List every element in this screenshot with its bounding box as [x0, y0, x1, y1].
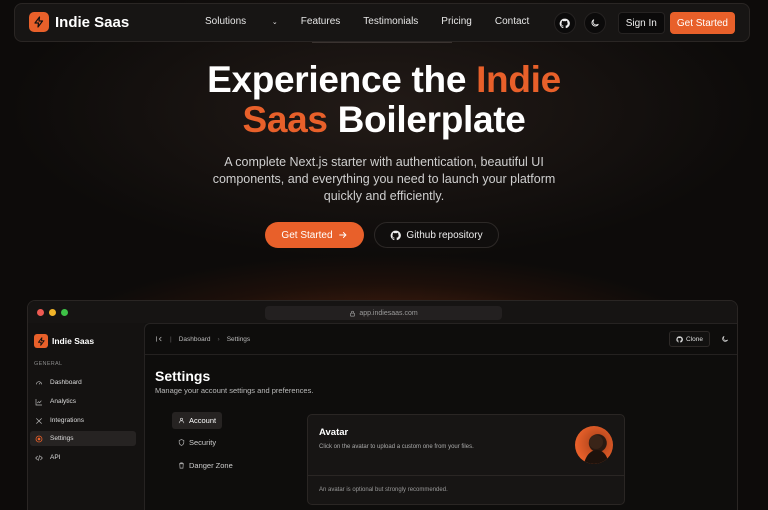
- sidebar-item-dashboard[interactable]: Dashboard: [30, 375, 136, 390]
- hero-subtitle: A complete Next.js starter with authenti…: [212, 155, 556, 203]
- sidebar-item-api[interactable]: API: [30, 450, 136, 465]
- breadcrumb-dashboard[interactable]: Dashboard: [179, 336, 211, 343]
- avatar-card-footer: An avatar is optional but strongly recom…: [319, 487, 448, 493]
- nav-link-contact[interactable]: Contact: [495, 16, 529, 27]
- tab-security[interactable]: Security: [172, 434, 222, 451]
- window-titlebar: app.indiesaas.com: [28, 301, 737, 323]
- github-icon: [559, 18, 571, 28]
- bolt-logo-icon: [34, 334, 48, 348]
- clone-button[interactable]: Clone: [669, 331, 710, 347]
- code-icon: [35, 454, 43, 461]
- nav-link-testimonials[interactable]: Testimonials: [363, 16, 418, 27]
- sidebar-section-label: GENERAL: [34, 361, 63, 367]
- settings-icon: [35, 435, 43, 442]
- nav-link-solutions[interactable]: Solutions ⌄: [205, 16, 278, 27]
- avatar[interactable]: [575, 426, 613, 464]
- url-bar: app.indiesaas.com: [265, 306, 502, 320]
- user-icon: [178, 417, 185, 424]
- moon-icon: [591, 19, 599, 27]
- maximize-dot: [61, 309, 68, 316]
- app-main: | Dashboard › Settings Clone Settings Ma…: [144, 323, 737, 510]
- trash-icon: [179, 462, 184, 469]
- moon-icon: [721, 336, 728, 342]
- nav-links: Solutions ⌄ Features Testimonials Pricin…: [205, 16, 552, 27]
- avatar-portrait: [584, 435, 609, 464]
- tab-account[interactable]: Account: [172, 412, 223, 429]
- tab-danger-zone[interactable]: Danger Zone: [172, 457, 239, 474]
- page-subtitle: Manage your account settings and prefere…: [155, 386, 314, 395]
- chevron-right-icon: ›: [217, 335, 220, 343]
- nav-actions: Sign In Get Started: [553, 12, 735, 34]
- collapse-sidebar-icon[interactable]: [155, 335, 163, 343]
- nav-link-features[interactable]: Features: [301, 16, 340, 27]
- breadcrumb-settings: Settings: [226, 335, 251, 343]
- avatar-card-description: Click on the avatar to upload a custom o…: [319, 444, 474, 450]
- brand-name: Indie Saas: [55, 13, 130, 31]
- sidebar-item-settings[interactable]: Settings: [30, 431, 136, 446]
- hero-get-started-button[interactable]: Get Started: [265, 222, 364, 248]
- github-icon: [676, 335, 683, 342]
- github-icon: [391, 230, 402, 240]
- bolt-logo-icon: [29, 12, 49, 32]
- arrow-right-icon: [338, 232, 347, 238]
- cross-icon: [36, 417, 42, 424]
- sidebar-item-analytics[interactable]: Analytics: [30, 394, 136, 409]
- chart-icon: [35, 398, 42, 405]
- lock-icon: [350, 310, 356, 316]
- app-preview-window: app.indiesaas.com Indie Saas GENERAL Das…: [27, 300, 738, 510]
- nav-link-pricing[interactable]: Pricing: [441, 16, 472, 27]
- top-navbar: Indie Saas Solutions ⌄ Features Testimon…: [14, 3, 750, 42]
- hero-title: Experience the Indie Saas Boilerplate: [207, 59, 561, 140]
- app-brand[interactable]: Indie Saas: [34, 334, 94, 348]
- chevron-down-icon: ⌄: [271, 19, 278, 26]
- nav-get-started-button[interactable]: Get Started: [669, 12, 735, 34]
- page-title: Settings: [155, 368, 211, 384]
- brand[interactable]: Indie Saas: [29, 12, 129, 32]
- avatar-card-title: Avatar: [319, 427, 349, 438]
- sign-in-button[interactable]: Sign In: [617, 12, 665, 34]
- nav-divider: [312, 42, 452, 43]
- app-theme-toggle[interactable]: [716, 331, 733, 347]
- app-topbar: | Dashboard › Settings Clone: [145, 324, 737, 355]
- breadcrumb: | Dashboard › Settings: [155, 335, 250, 343]
- shield-icon: [178, 439, 185, 446]
- sidebar-item-integrations[interactable]: Integrations: [30, 413, 136, 428]
- github-repository-button[interactable]: Github repository: [374, 222, 499, 248]
- minimize-dot: [49, 309, 56, 316]
- card-divider: [308, 475, 624, 476]
- theme-toggle-button[interactable]: [583, 12, 606, 34]
- github-button[interactable]: [553, 12, 576, 34]
- avatar-card: Avatar Click on the avatar to upload a c…: [307, 414, 625, 505]
- gauge-icon: [36, 380, 42, 385]
- app-sidebar: Indie Saas GENERAL Dashboard Analytics I…: [28, 323, 144, 510]
- close-dot: [37, 309, 44, 316]
